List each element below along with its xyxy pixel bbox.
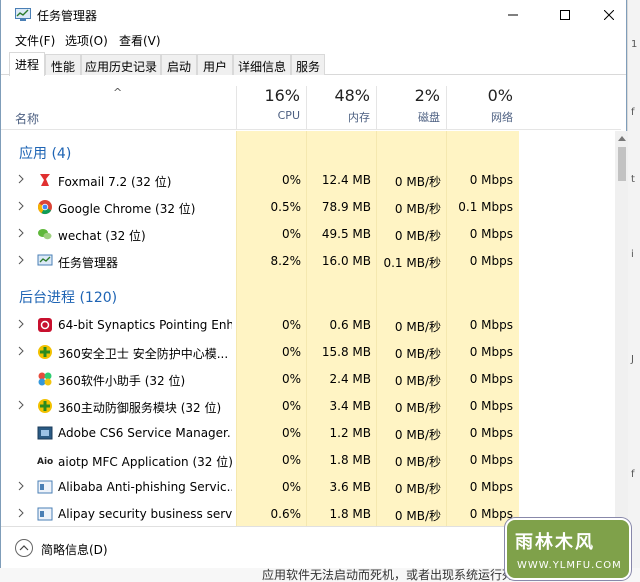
svg-text:Aio: Aio — [37, 457, 53, 467]
column-disk[interactable]: 2% 磁盘 — [376, 86, 446, 130]
task-manager-window: 任务管理器 文件(F) 选项(O) 查看(V) 进程 性能 应用历史记录 启动 … — [0, 0, 628, 568]
table-row[interactable]: 360软件小助手 (32 位) 0% 2.4 MB 0 MB/秒 0 Mbps — [1, 366, 615, 393]
menu-options[interactable]: 选项(O) — [65, 32, 108, 49]
maximize-icon — [560, 10, 570, 20]
chevron-right-icon[interactable] — [17, 481, 25, 491]
synaptics-icon — [38, 318, 52, 332]
process-list: 应用 (4) Foxmail 7.2 (32 位) 0% 12.4 MB 0 M… — [1, 131, 615, 526]
background-page-edge: 1 f t i J f — [627, 0, 640, 582]
chrome-icon — [37, 200, 52, 215]
alipay-icon — [37, 507, 53, 521]
chevron-right-icon[interactable] — [17, 228, 25, 238]
360-software-icon — [38, 372, 52, 386]
tab-app-history[interactable]: 应用历史记录 — [81, 54, 161, 75]
menu-view[interactable]: 查看(V) — [119, 32, 161, 49]
column-network[interactable]: 0% 网络 — [446, 86, 519, 130]
scroll-up-icon[interactable] — [618, 135, 626, 141]
vertical-scrollbar[interactable] — [615, 131, 628, 526]
chevron-right-icon[interactable] — [17, 201, 25, 211]
group-apps: 应用 (4) — [19, 146, 72, 162]
scrollbar-thumb[interactable] — [618, 147, 626, 181]
column-cpu[interactable]: 16% CPU — [236, 86, 306, 130]
wechat-icon — [38, 229, 52, 240]
alibaba-icon — [37, 480, 53, 494]
column-memory[interactable]: 48% 内存 — [306, 86, 376, 130]
table-row[interactable]: wechat (32 位) 0% 49.5 MB 0 MB/秒 0 Mbps — [1, 221, 615, 248]
tab-processes[interactable]: 进程 — [9, 52, 45, 76]
chevron-right-icon[interactable] — [17, 174, 25, 184]
table-row[interactable]: Foxmail 7.2 (32 位) 0% 12.4 MB 0 MB/秒 0 M… — [1, 167, 615, 194]
table-row[interactable]: Adobe CS6 Service Manager... 0% 1.2 MB 0… — [1, 420, 615, 447]
maximize-button[interactable] — [542, 0, 588, 30]
task-manager-icon — [37, 254, 53, 266]
chevron-right-icon[interactable] — [17, 508, 25, 518]
table-row[interactable]: 360主动防御服务模块 (32 位) 0% 3.4 MB 0 MB/秒 0 Mb… — [1, 393, 615, 420]
table-row[interactable]: 任务管理器 8.2% 16.0 MB 0.1 MB/秒 0 Mbps — [1, 248, 615, 275]
foxmail-icon — [40, 174, 50, 186]
chevron-right-icon[interactable] — [17, 319, 25, 329]
table-row[interactable]: Aio aiotp MFC Application (32 位) 0% 1.8 … — [1, 447, 615, 474]
tab-performance[interactable]: 性能 — [45, 54, 81, 75]
chevron-right-icon[interactable] — [17, 346, 25, 356]
tab-startup[interactable]: 启动 — [161, 54, 197, 75]
table-row[interactable]: Alibaba Anti-phishing Servic... 0% 3.6 M… — [1, 474, 615, 501]
adobe-icon — [37, 426, 53, 440]
sort-arrow-icon[interactable]: ^ — [113, 86, 122, 99]
360-defense-icon — [38, 399, 52, 413]
360-safe-icon — [38, 345, 52, 359]
column-name[interactable]: 名称 — [15, 110, 39, 127]
chevron-right-icon[interactable] — [17, 400, 25, 410]
chevron-up-icon — [19, 545, 29, 551]
minimize-icon — [508, 14, 518, 16]
minimize-button[interactable] — [490, 0, 536, 30]
column-header: ^ 名称 16% CPU 48% 内存 2% 磁盘 0% 网络 — [1, 76, 621, 130]
tab-users[interactable]: 用户 — [197, 54, 233, 75]
window-title: 任务管理器 — [37, 9, 98, 23]
tab-services[interactable]: 服务 — [291, 54, 325, 75]
close-icon — [604, 10, 614, 20]
table-row[interactable]: Google Chrome (32 位) 0.5% 78.9 MB 0 MB/秒… — [1, 194, 615, 221]
table-row[interactable]: 360安全卫士 安全防护中心模... 0% 15.8 MB 0 MB/秒 0 M… — [1, 339, 615, 366]
fewer-details-label[interactable]: 简略信息(D) — [41, 541, 108, 558]
close-button[interactable] — [586, 0, 632, 30]
tab-strip: 进程 性能 应用历史记录 启动 用户 详细信息 服务 — [1, 52, 626, 76]
fewer-details-button[interactable] — [15, 539, 33, 557]
title-bar[interactable]: 任务管理器 — [1, 0, 626, 30]
chevron-right-icon[interactable] — [17, 255, 25, 265]
watermark-logo: 雨林木风 WWW.YLMFU.COM — [505, 518, 631, 580]
task-manager-app-icon — [15, 8, 31, 21]
tab-details[interactable]: 详细信息 — [233, 54, 291, 75]
menu-file[interactable]: 文件(F) — [15, 32, 55, 49]
menu-bar: 文件(F) 选项(O) 查看(V) — [1, 30, 626, 50]
group-background-processes: 后台进程 (120) — [19, 290, 118, 306]
aiotp-icon: Aio — [37, 457, 53, 467]
table-row[interactable]: 64-bit Synaptics Pointing Enh... 0% 0.6 … — [1, 312, 615, 339]
